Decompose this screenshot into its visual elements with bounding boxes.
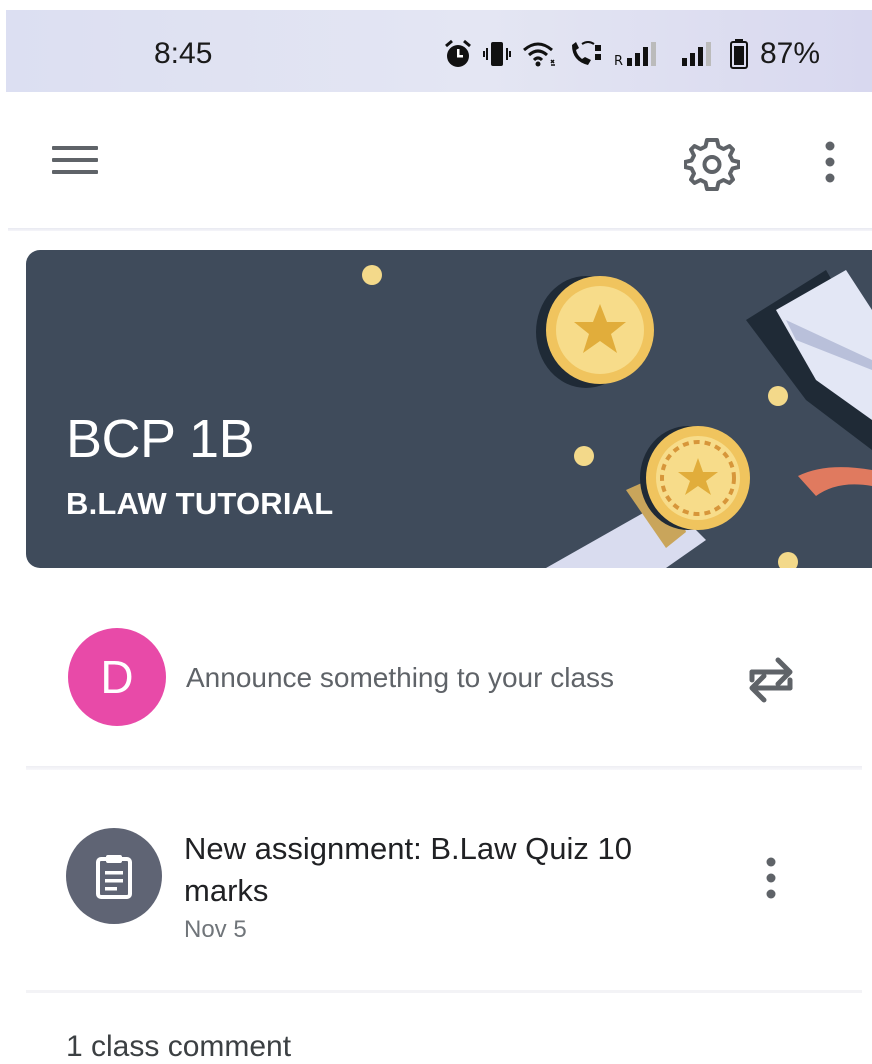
battery-percent: 87% [759, 37, 820, 70]
class-banner: BCP 1B B.LAW TUTORIAL [26, 250, 872, 568]
signal-icon [680, 41, 720, 67]
post-more-vert-icon[interactable] [756, 854, 786, 904]
wifi-calling-icon [568, 39, 604, 69]
signal-r-icon: R [614, 41, 670, 67]
post-title: New assignment: B.Law Quiz 10 marks [184, 831, 632, 908]
svg-text:R: R [614, 54, 623, 67]
class-comments-link[interactable]: 1 class comment [66, 1030, 291, 1064]
alarm-icon [444, 39, 472, 69]
announce-composer[interactable]: D Announce something to your class [26, 610, 862, 750]
assignment-icon [66, 828, 162, 924]
more-vert-icon[interactable] [812, 136, 848, 192]
hamburger-menu-icon[interactable] [52, 140, 100, 180]
battery-icon [729, 39, 748, 69]
status-icons: R 87% [444, 37, 820, 71]
status-time: 8:45 [154, 37, 213, 70]
vibrate-icon [482, 40, 512, 68]
class-name: BCP 1B [66, 409, 255, 469]
avatar: D [68, 628, 166, 726]
assignment-post[interactable]: New assignment: B.Law Quiz 10 marks Nov … [26, 810, 862, 970]
section-divider [26, 766, 862, 770]
announce-input[interactable]: Announce something to your class [186, 662, 614, 694]
app-bar [0, 92, 872, 232]
section-divider [26, 990, 862, 993]
gear-icon[interactable] [683, 136, 741, 192]
wifi-icon [522, 40, 558, 68]
app-bar-divider [8, 228, 872, 231]
post-date: Nov 5 [184, 916, 247, 943]
class-section: B.LAW TUTORIAL [66, 486, 334, 521]
repost-icon[interactable] [744, 650, 798, 706]
status-bar: 8:45 R 87% [6, 10, 872, 92]
